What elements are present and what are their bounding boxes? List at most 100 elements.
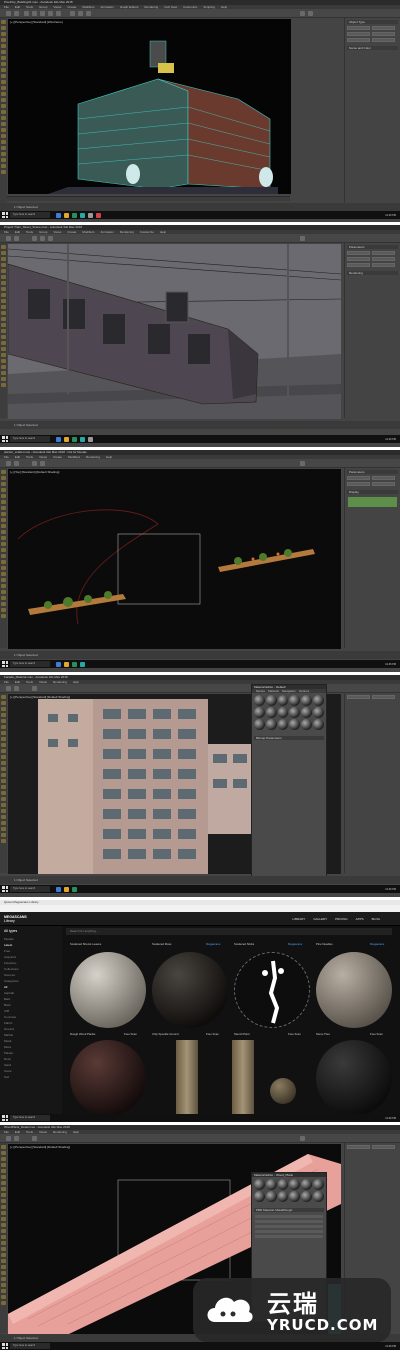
tool-icon[interactable] [1,68,6,72]
tool-icon[interactable] [1,26,6,30]
tool-icon[interactable] [1,803,6,807]
option-button[interactable] [372,1145,395,1149]
material-slot[interactable] [313,719,324,730]
tool-icon[interactable] [1,245,6,249]
tool-icon[interactable] [1,719,6,723]
card-title[interactable]: Chip Speckle Ground [152,1032,179,1036]
tool-icon[interactable] [1,377,6,381]
tool-icon[interactable] [1,476,6,480]
rendering-header[interactable]: Rendering [347,271,398,275]
windows-start-icon[interactable] [2,436,8,442]
tool-icon[interactable] [1,731,6,735]
card-title[interactable]: Pine Needles [316,942,333,946]
tool-icon[interactable] [1,1163,6,1167]
tool-icon[interactable] [1,791,6,795]
tool-icon[interactable] [1,779,6,783]
tool-icon[interactable] [1,566,6,570]
map-slot[interactable] [255,1220,323,1223]
tool-icon[interactable] [1,74,6,78]
asset-sphere-speckle[interactable] [152,952,228,1028]
material-slot[interactable] [265,1179,277,1190]
material-slot[interactable] [254,707,265,718]
option-button[interactable] [372,257,395,261]
windows-start-icon[interactable] [2,212,8,218]
tool-icon[interactable] [1,695,6,699]
card-title[interactable]: Stencil Paint [234,1032,250,1036]
card-title[interactable]: Scattered Shoots Leaves [70,942,101,946]
tool-icon[interactable] [1,1223,6,1227]
tool-icon[interactable] [1,725,6,729]
tool-icon[interactable] [1,701,6,705]
tool-icon[interactable] [1,578,6,582]
taskbar-search[interactable]: Type here to search [10,661,50,667]
tool-icon[interactable] [1,347,6,351]
select-icon[interactable] [32,11,37,16]
tool-icon[interactable] [1,584,6,588]
app-icon[interactable] [96,212,101,218]
tool-icon[interactable] [1,50,6,54]
tool-icon[interactable] [1,383,6,387]
tool-icon[interactable] [1,275,6,279]
tool-icon[interactable] [1,596,6,600]
tool-icon[interactable] [1,524,6,528]
app-icon[interactable] [64,661,69,667]
material-slot[interactable] [254,719,265,730]
tool-icon[interactable] [1,839,6,843]
map-slot[interactable] [255,1215,323,1218]
app-icon[interactable] [88,212,93,218]
tool-icon[interactable] [1,269,6,273]
tool-icon[interactable] [1,797,6,801]
tool-icon[interactable] [1,743,6,747]
tool-icon[interactable] [1,32,6,36]
tool-icon[interactable] [1,548,6,552]
taskbar-search[interactable]: Type here to search [10,1115,50,1121]
tool-icon[interactable] [1,1259,6,1263]
app-icon[interactable] [72,436,77,442]
asset-pillar[interactable] [232,1040,254,1118]
tool-icon[interactable] [1,1283,6,1287]
tool-icon[interactable] [1,512,6,516]
name-color-header[interactable]: Name and Color [347,46,398,50]
tool-icon[interactable] [1,287,6,291]
move-icon[interactable] [40,11,45,16]
tool-icon[interactable] [1,128,6,132]
display-header[interactable]: Display [347,490,398,494]
card-title[interactable]: Scattered Sticks [234,942,254,946]
asset-sphere-dark[interactable] [316,1040,392,1116]
tool-icon[interactable] [1,335,6,339]
asset-disc[interactable] [270,1078,296,1104]
tool-icon[interactable] [1,542,6,546]
redo-icon[interactable] [14,11,19,16]
render-icon[interactable] [308,11,313,16]
material-slot[interactable] [265,695,277,706]
app-icon[interactable] [80,436,85,442]
material-slot[interactable] [289,707,301,718]
windows-start-icon[interactable] [2,1115,8,1121]
select-icon[interactable] [32,686,37,691]
card-title[interactable]: Scattered Moss [152,942,171,946]
option-button[interactable] [347,482,370,486]
app-icon[interactable] [88,436,93,442]
tool-icon[interactable] [1,761,6,765]
app-icon[interactable] [72,661,77,667]
asset-sphere-paint[interactable] [70,1040,146,1116]
map-slot[interactable] [255,1230,323,1233]
material-slot[interactable] [301,1179,313,1190]
menu-navigation[interactable]: Navigation [282,689,296,693]
tool-icon[interactable] [1,494,6,498]
tool-icon[interactable] [1,158,6,162]
tool-icon[interactable] [1,38,6,42]
taskbar-search[interactable]: Type here to search [10,436,50,442]
tool-icon[interactable] [1,311,6,315]
tool-icon[interactable] [1,317,6,321]
tool-icon[interactable] [1,1229,6,1233]
snap-icon[interactable] [70,11,75,16]
tool-icon[interactable] [1,365,6,369]
tool-icon[interactable] [1,821,6,825]
tool-icon[interactable] [1,1151,6,1155]
material-slot[interactable] [254,1179,265,1190]
tool-icon[interactable] [1,1181,6,1185]
viewport-camera[interactable] [8,244,341,419]
material-slot[interactable] [313,1179,324,1190]
option-button[interactable] [347,257,370,261]
